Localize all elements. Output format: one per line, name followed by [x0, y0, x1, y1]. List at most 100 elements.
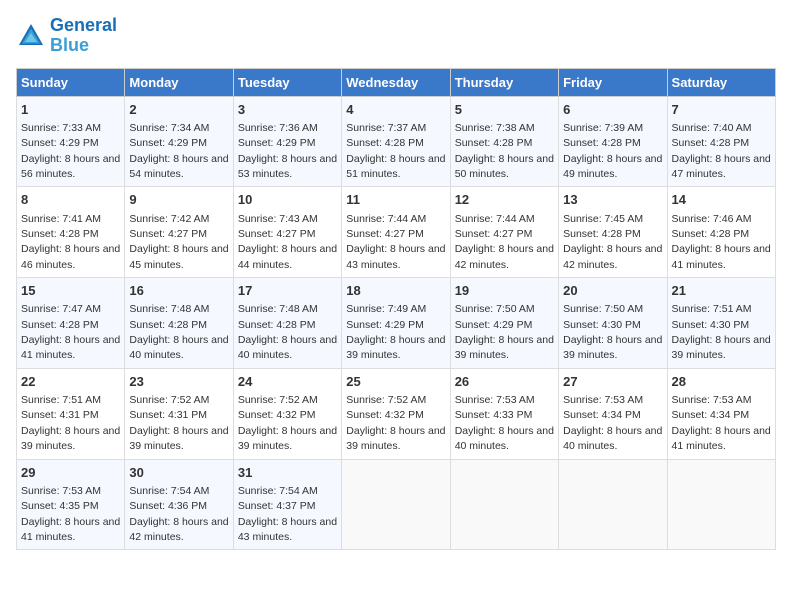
calendar-cell: 2 Sunrise: 7:34 AMSunset: 4:29 PMDayligh… — [125, 96, 233, 187]
calendar-cell: 25 Sunrise: 7:52 AMSunset: 4:32 PMDaylig… — [342, 368, 450, 459]
calendar-week-row: 22 Sunrise: 7:51 AMSunset: 4:31 PMDaylig… — [17, 368, 776, 459]
calendar-cell: 31 Sunrise: 7:54 AMSunset: 4:37 PMDaylig… — [233, 459, 341, 550]
calendar-week-row: 15 Sunrise: 7:47 AMSunset: 4:28 PMDaylig… — [17, 278, 776, 369]
calendar-cell: 29 Sunrise: 7:53 AMSunset: 4:35 PMDaylig… — [17, 459, 125, 550]
day-info: Sunrise: 7:50 AMSunset: 4:29 PMDaylight:… — [455, 303, 554, 361]
calendar-header-row: SundayMondayTuesdayWednesdayThursdayFrid… — [17, 68, 776, 96]
calendar-cell: 8 Sunrise: 7:41 AMSunset: 4:28 PMDayligh… — [17, 187, 125, 278]
calendar-cell: 4 Sunrise: 7:37 AMSunset: 4:28 PMDayligh… — [342, 96, 450, 187]
logo: General Blue — [16, 16, 117, 56]
calendar-cell: 15 Sunrise: 7:47 AMSunset: 4:28 PMDaylig… — [17, 278, 125, 369]
day-number: 31 — [238, 464, 337, 482]
day-number: 5 — [455, 101, 554, 119]
calendar-cell: 5 Sunrise: 7:38 AMSunset: 4:28 PMDayligh… — [450, 96, 558, 187]
calendar-cell: 14 Sunrise: 7:46 AMSunset: 4:28 PMDaylig… — [667, 187, 775, 278]
day-info: Sunrise: 7:40 AMSunset: 4:28 PMDaylight:… — [672, 122, 771, 180]
day-info: Sunrise: 7:52 AMSunset: 4:32 PMDaylight:… — [238, 394, 337, 452]
day-number: 21 — [672, 282, 771, 300]
day-number: 6 — [563, 101, 662, 119]
day-number: 13 — [563, 191, 662, 209]
calendar-cell: 19 Sunrise: 7:50 AMSunset: 4:29 PMDaylig… — [450, 278, 558, 369]
calendar-cell — [559, 459, 667, 550]
day-info: Sunrise: 7:52 AMSunset: 4:32 PMDaylight:… — [346, 394, 445, 452]
day-info: Sunrise: 7:49 AMSunset: 4:29 PMDaylight:… — [346, 303, 445, 361]
day-number: 30 — [129, 464, 228, 482]
day-info: Sunrise: 7:48 AMSunset: 4:28 PMDaylight:… — [238, 303, 337, 361]
calendar-cell: 27 Sunrise: 7:53 AMSunset: 4:34 PMDaylig… — [559, 368, 667, 459]
day-number: 9 — [129, 191, 228, 209]
day-info: Sunrise: 7:39 AMSunset: 4:28 PMDaylight:… — [563, 122, 662, 180]
calendar-cell: 21 Sunrise: 7:51 AMSunset: 4:30 PMDaylig… — [667, 278, 775, 369]
day-number: 4 — [346, 101, 445, 119]
day-number: 26 — [455, 373, 554, 391]
calendar-week-row: 8 Sunrise: 7:41 AMSunset: 4:28 PMDayligh… — [17, 187, 776, 278]
page-header: General Blue — [16, 16, 776, 56]
calendar-cell: 7 Sunrise: 7:40 AMSunset: 4:28 PMDayligh… — [667, 96, 775, 187]
day-info: Sunrise: 7:53 AMSunset: 4:34 PMDaylight:… — [672, 394, 771, 452]
day-number: 23 — [129, 373, 228, 391]
calendar-cell: 26 Sunrise: 7:53 AMSunset: 4:33 PMDaylig… — [450, 368, 558, 459]
calendar-cell: 11 Sunrise: 7:44 AMSunset: 4:27 PMDaylig… — [342, 187, 450, 278]
calendar-cell — [667, 459, 775, 550]
day-of-week-header: Tuesday — [233, 68, 341, 96]
day-info: Sunrise: 7:51 AMSunset: 4:30 PMDaylight:… — [672, 303, 771, 361]
calendar-cell: 10 Sunrise: 7:43 AMSunset: 4:27 PMDaylig… — [233, 187, 341, 278]
day-info: Sunrise: 7:43 AMSunset: 4:27 PMDaylight:… — [238, 213, 337, 271]
day-number: 18 — [346, 282, 445, 300]
day-number: 17 — [238, 282, 337, 300]
day-number: 1 — [21, 101, 120, 119]
calendar-cell: 9 Sunrise: 7:42 AMSunset: 4:27 PMDayligh… — [125, 187, 233, 278]
day-of-week-header: Thursday — [450, 68, 558, 96]
day-info: Sunrise: 7:38 AMSunset: 4:28 PMDaylight:… — [455, 122, 554, 180]
day-number: 14 — [672, 191, 771, 209]
day-number: 29 — [21, 464, 120, 482]
day-info: Sunrise: 7:46 AMSunset: 4:28 PMDaylight:… — [672, 213, 771, 271]
day-number: 25 — [346, 373, 445, 391]
day-info: Sunrise: 7:36 AMSunset: 4:29 PMDaylight:… — [238, 122, 337, 180]
calendar-cell: 12 Sunrise: 7:44 AMSunset: 4:27 PMDaylig… — [450, 187, 558, 278]
day-info: Sunrise: 7:53 AMSunset: 4:35 PMDaylight:… — [21, 485, 120, 543]
calendar-cell: 6 Sunrise: 7:39 AMSunset: 4:28 PMDayligh… — [559, 96, 667, 187]
day-info: Sunrise: 7:44 AMSunset: 4:27 PMDaylight:… — [455, 213, 554, 271]
calendar-week-row: 1 Sunrise: 7:33 AMSunset: 4:29 PMDayligh… — [17, 96, 776, 187]
day-of-week-header: Saturday — [667, 68, 775, 96]
day-number: 8 — [21, 191, 120, 209]
day-info: Sunrise: 7:51 AMSunset: 4:31 PMDaylight:… — [21, 394, 120, 452]
day-info: Sunrise: 7:54 AMSunset: 4:37 PMDaylight:… — [238, 485, 337, 543]
day-of-week-header: Monday — [125, 68, 233, 96]
day-info: Sunrise: 7:42 AMSunset: 4:27 PMDaylight:… — [129, 213, 228, 271]
day-info: Sunrise: 7:37 AMSunset: 4:28 PMDaylight:… — [346, 122, 445, 180]
day-number: 2 — [129, 101, 228, 119]
calendar-week-row: 29 Sunrise: 7:53 AMSunset: 4:35 PMDaylig… — [17, 459, 776, 550]
day-number: 20 — [563, 282, 662, 300]
day-of-week-header: Wednesday — [342, 68, 450, 96]
day-number: 27 — [563, 373, 662, 391]
calendar-table: SundayMondayTuesdayWednesdayThursdayFrid… — [16, 68, 776, 551]
day-info: Sunrise: 7:45 AMSunset: 4:28 PMDaylight:… — [563, 213, 662, 271]
calendar-cell: 22 Sunrise: 7:51 AMSunset: 4:31 PMDaylig… — [17, 368, 125, 459]
day-info: Sunrise: 7:44 AMSunset: 4:27 PMDaylight:… — [346, 213, 445, 271]
day-of-week-header: Sunday — [17, 68, 125, 96]
day-info: Sunrise: 7:33 AMSunset: 4:29 PMDaylight:… — [21, 122, 120, 180]
calendar-cell: 17 Sunrise: 7:48 AMSunset: 4:28 PMDaylig… — [233, 278, 341, 369]
day-info: Sunrise: 7:47 AMSunset: 4:28 PMDaylight:… — [21, 303, 120, 361]
day-number: 22 — [21, 373, 120, 391]
day-info: Sunrise: 7:34 AMSunset: 4:29 PMDaylight:… — [129, 122, 228, 180]
calendar-cell: 28 Sunrise: 7:53 AMSunset: 4:34 PMDaylig… — [667, 368, 775, 459]
day-info: Sunrise: 7:53 AMSunset: 4:34 PMDaylight:… — [563, 394, 662, 452]
day-number: 7 — [672, 101, 771, 119]
day-number: 15 — [21, 282, 120, 300]
logo-text: General Blue — [50, 16, 117, 56]
calendar-cell: 30 Sunrise: 7:54 AMSunset: 4:36 PMDaylig… — [125, 459, 233, 550]
calendar-cell: 13 Sunrise: 7:45 AMSunset: 4:28 PMDaylig… — [559, 187, 667, 278]
calendar-cell: 23 Sunrise: 7:52 AMSunset: 4:31 PMDaylig… — [125, 368, 233, 459]
day-info: Sunrise: 7:54 AMSunset: 4:36 PMDaylight:… — [129, 485, 228, 543]
day-number: 3 — [238, 101, 337, 119]
calendar-cell: 3 Sunrise: 7:36 AMSunset: 4:29 PMDayligh… — [233, 96, 341, 187]
day-number: 11 — [346, 191, 445, 209]
day-of-week-header: Friday — [559, 68, 667, 96]
day-info: Sunrise: 7:52 AMSunset: 4:31 PMDaylight:… — [129, 394, 228, 452]
calendar-cell — [450, 459, 558, 550]
day-number: 12 — [455, 191, 554, 209]
day-number: 28 — [672, 373, 771, 391]
